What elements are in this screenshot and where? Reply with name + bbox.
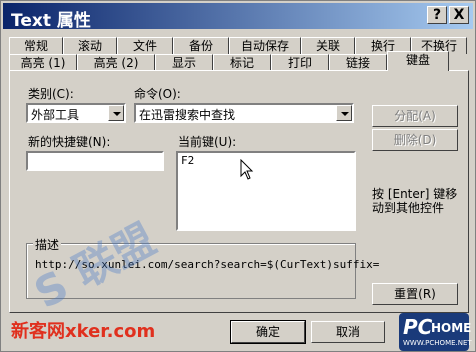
current-keys-label: 当前键(U): (178, 135, 237, 149)
tab-scroll[interactable]: 滚动 (63, 37, 117, 54)
tab-autosave[interactable]: 自动保存 (229, 37, 301, 54)
category-value: 外部工具 (31, 108, 80, 122)
help-button[interactable]: ? (427, 6, 447, 24)
watermark-left-text: 新客网xker.com (11, 321, 156, 342)
tab-file[interactable]: 文件 (117, 37, 173, 54)
new-shortcut-input[interactable] (26, 151, 164, 171)
delete-button[interactable]: 删除(D) (372, 129, 458, 151)
tab-print[interactable]: 打印 (271, 54, 329, 71)
new-shortcut-label: 新的快捷键(N): (28, 135, 111, 149)
tab-highlight-1[interactable]: 高亮 (1) (9, 54, 77, 71)
tab-highlight-2[interactable]: 高亮 (2) (77, 54, 155, 71)
watermark-right-brand: HOME (431, 321, 472, 335)
titlebar[interactable]: Text 属性 ? X (3, 3, 473, 31)
mouse-cursor-icon (240, 159, 254, 180)
tab-general[interactable]: 常规 (9, 37, 63, 54)
category-label: 类别(C): (28, 87, 74, 101)
tab-links[interactable]: 链接 (329, 54, 387, 71)
category-select[interactable]: 外部工具 (26, 103, 126, 123)
watermark-right-pc: PC (403, 315, 433, 339)
reset-button[interactable]: 重置(R) (372, 283, 458, 305)
cancel-button[interactable]: 取消 (311, 321, 385, 343)
chevron-down-icon[interactable] (336, 105, 352, 121)
chevron-down-icon[interactable] (108, 105, 124, 121)
hint-text: 按 [Enter] 键移动到其他控件 (372, 187, 458, 215)
tab-association[interactable]: 关联 (301, 37, 355, 54)
command-select[interactable]: 在迅雷搜索中查找 (134, 103, 354, 123)
current-key-item[interactable]: F2 (181, 154, 194, 167)
watermark-right-url: WWW.PCHOME.NET (403, 339, 472, 347)
command-label: 命令(O): (134, 87, 181, 101)
command-value: 在迅雷搜索中查找 (139, 108, 236, 122)
tab-keyboard[interactable]: 键盘 (387, 51, 449, 71)
window-title: Text 属性 (11, 11, 91, 31)
close-button[interactable]: X (449, 6, 469, 24)
ok-button[interactable]: 确定 (230, 320, 306, 344)
tab-marks[interactable]: 标记 (213, 54, 271, 71)
tab-display[interactable]: 显示 (155, 54, 213, 71)
assign-button[interactable]: 分配(A) (372, 105, 458, 127)
current-keys-list[interactable]: F2 (176, 151, 356, 231)
properties-window: Text 属性 ? X 常规 滚动 文件 备份 自动保存 关联 换行 不换行 高… (0, 0, 476, 352)
tab-backup[interactable]: 备份 (173, 37, 229, 54)
